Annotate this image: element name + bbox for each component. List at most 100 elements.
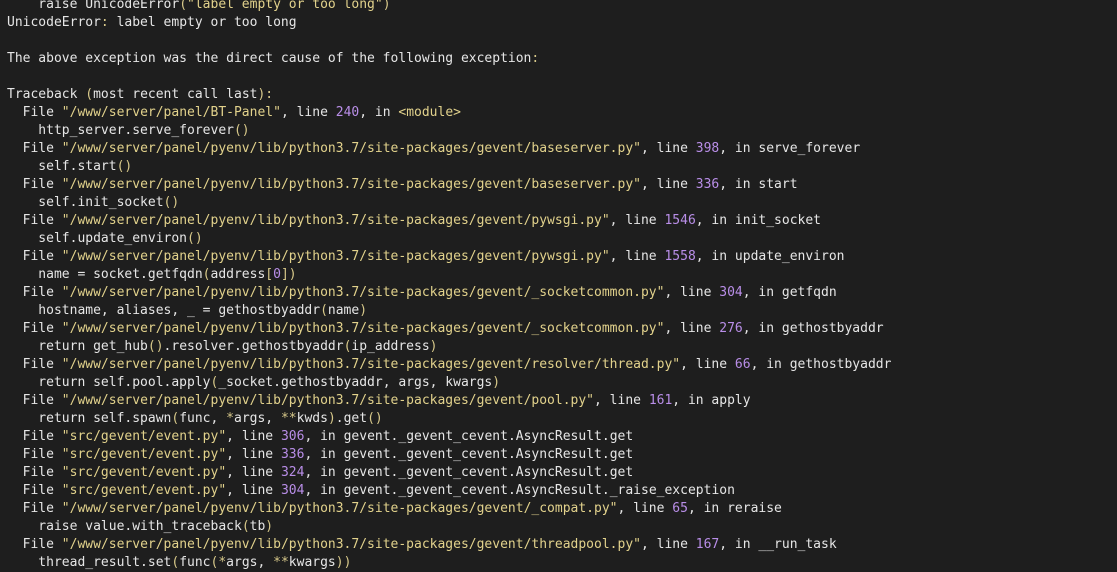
terminal-text-segment: , line [609, 249, 665, 264]
terminal-text-segment: , line [280, 105, 336, 120]
terminal-line: File "/www/server/panel/pyenv/lib/python… [7, 248, 1112, 266]
terminal-text-segment: The above exception was the direct cause… [7, 51, 532, 66]
terminal-text-segment: ) [359, 303, 368, 318]
terminal-text-segment: , in __run_task [719, 537, 837, 552]
terminal-line: File "/www/server/panel/pyenv/lib/python… [7, 536, 1112, 554]
terminal-text-segment: , line [226, 465, 281, 480]
terminal-text-segment: File [7, 213, 62, 228]
terminal-text-segment: ) [382, 0, 391, 12]
terminal-text-segment: "src/gevent/event.py" [61, 483, 227, 498]
terminal-text-segment: ): [257, 87, 274, 102]
terminal-text-segment: File [7, 465, 62, 480]
terminal-line: name = socket.getfqdn(address[0]) [7, 266, 1112, 284]
terminal-text-segment: 240 [335, 105, 360, 120]
terminal-text-segment: File [7, 177, 62, 192]
terminal-line: return self.spawn(func, *args, **kwds).g… [7, 410, 1112, 428]
terminal-text-segment: "/www/server/panel/pyenv/lib/python3.7/s… [61, 285, 665, 300]
terminal-text-segment: name [327, 303, 360, 318]
terminal-text-segment: ( [202, 267, 211, 282]
terminal-line: File "/www/server/panel/pyenv/lib/python… [7, 320, 1112, 338]
terminal-text-segment: File [7, 357, 62, 372]
terminal-text-segment: ( [320, 303, 328, 318]
terminal-text-segment: "src/gevent/event.py" [61, 447, 227, 462]
terminal-text-segment: 1546 [664, 213, 696, 228]
terminal-text-segment: : [531, 51, 540, 66]
terminal-text-segment: , in start [719, 177, 798, 192]
terminal-line: File "/www/server/panel/pyenv/lib/python… [7, 500, 1112, 518]
terminal-text-segment: 336 [695, 177, 720, 192]
terminal-text-segment: ( [241, 519, 250, 534]
terminal-text-segment: File [7, 537, 62, 552]
terminal-text-segment: "/www/server/panel/BT-Panel" [61, 105, 281, 120]
terminal-text-segment: ) [327, 411, 336, 426]
terminal-line: return get_hub().resolver.gethostbyaddr(… [7, 338, 1112, 356]
terminal-text-segment: , in apply [672, 393, 751, 408]
terminal-line: File "/www/server/panel/pyenv/lib/python… [7, 392, 1112, 410]
terminal-text-segment: , in serve_forever [719, 141, 861, 156]
terminal-line: File "/www/server/panel/BT-Panel", line … [7, 104, 1112, 122]
terminal-line: self.start() [7, 158, 1112, 176]
terminal-line: File "/www/server/panel/pyenv/lib/python… [7, 356, 1112, 374]
terminal-text-segment: 167 [695, 537, 720, 552]
terminal-text-segment: , line [594, 393, 649, 408]
terminal-text-segment: , line [617, 501, 673, 516]
terminal-text-segment: return self.spawn [7, 411, 172, 426]
terminal-line: self.update_environ() [7, 230, 1112, 248]
terminal-text-segment: 161 [648, 393, 673, 408]
terminal-text-segment: , line [640, 537, 696, 552]
terminal-line: self.init_socket() [7, 194, 1112, 212]
terminal-line: Traceback (most recent call last): [7, 86, 1112, 104]
terminal-text-segment: kwds [296, 411, 328, 426]
terminal-text-segment: , in gevent._gevent_cevent.AsyncResult.g… [304, 447, 634, 462]
terminal-text-segment: , in [359, 105, 399, 120]
terminal-line: File "/www/server/panel/pyenv/lib/python… [7, 212, 1112, 230]
terminal-text-segment: "/www/server/panel/pyenv/lib/python3.7/s… [61, 537, 641, 552]
terminal-text-segment: "/www/server/panel/pyenv/lib/python3.7/s… [61, 321, 665, 336]
terminal-text-segment: _socket.gethostbyaddr, args, kwargs [218, 375, 493, 390]
terminal-line: http_server.serve_forever() [7, 122, 1112, 140]
terminal-text-segment: "/www/server/panel/pyenv/lib/python3.7/s… [61, 141, 641, 156]
terminal-text-segment: "src/gevent/event.py" [61, 465, 227, 480]
terminal-line: File "/www/server/panel/pyenv/lib/python… [7, 284, 1112, 302]
terminal-text-segment: "/www/server/panel/pyenv/lib/python3.7/s… [61, 177, 641, 192]
terminal-text-segment: "/www/server/panel/pyenv/lib/python3.7/s… [61, 213, 610, 228]
terminal-text-segment: File [7, 105, 62, 120]
terminal-line: raise value.with_traceback(tb) [7, 518, 1112, 536]
terminal-text-segment: File [7, 429, 62, 444]
terminal-text-segment: raise UnicodeError [7, 0, 180, 12]
terminal-text-segment: 398 [695, 141, 720, 156]
terminal-text-segment: ip_address [351, 339, 430, 354]
terminal-text-segment: .get [335, 411, 368, 426]
terminal-text-segment: "/www/server/panel/pyenv/lib/python3.7/s… [61, 357, 681, 372]
terminal-text-segment: File [7, 501, 62, 516]
terminal-text-segment: "/www/server/panel/pyenv/lib/python3.7/s… [61, 249, 610, 264]
terminal-text-segment: 1558 [664, 249, 696, 264]
terminal-text-segment: 304 [280, 483, 305, 498]
terminal-text-segment: , line [226, 447, 281, 462]
terminal-text-segment: address [210, 267, 266, 282]
terminal-text-segment: , in gethostbyaddr [750, 357, 892, 372]
terminal-line: File "/www/server/panel/pyenv/lib/python… [7, 176, 1112, 194]
terminal-text-segment: () [187, 231, 203, 246]
terminal-text-segment: UnicodeError [7, 15, 101, 30]
terminal-text-segment: File [7, 249, 62, 264]
terminal-text-segment: , in reraise [687, 501, 782, 516]
terminal-text-segment: , line [664, 285, 720, 300]
terminal-text-segment: ) [265, 519, 274, 534]
terminal-line: File "src/gevent/event.py", line 336, in… [7, 446, 1112, 464]
terminal-text-segment: , line [609, 213, 665, 228]
terminal-text-segment: File [7, 483, 62, 498]
terminal-text-segment: ( [179, 0, 188, 12]
terminal-text-segment: http_server.serve_forever [7, 123, 234, 138]
terminal-text-segment: , in getfqdn [742, 285, 837, 300]
terminal-line: File "src/gevent/event.py", line 306, in… [7, 428, 1112, 446]
terminal-text-segment: args, [234, 411, 281, 426]
terminal-text-segment: return self.pool.apply [7, 375, 211, 390]
terminal-text-segment: label empty or too long [108, 15, 297, 30]
terminal-text-segment: most recent call last [93, 87, 258, 102]
terminal-text-segment: .resolver.gethostbyaddr [163, 339, 344, 354]
terminal-text-segment: hostname, aliases, _ = gethostbyaddr [7, 303, 321, 318]
terminal-text-segment: , line [226, 483, 281, 498]
terminal-text-segment: self.init_socket [7, 195, 164, 210]
